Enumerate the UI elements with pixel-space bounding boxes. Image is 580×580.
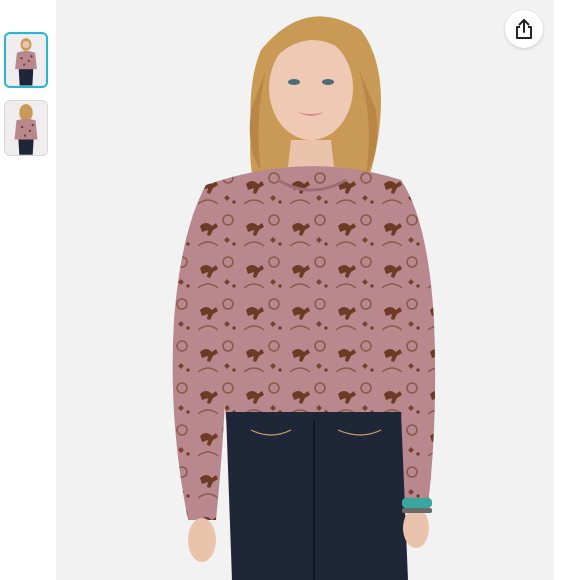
thumbnail-back-image [5, 101, 47, 155]
share-button[interactable] [505, 10, 543, 48]
main-product-image [56, 0, 554, 580]
thumbnail-front-image [6, 34, 46, 86]
right-margin [554, 0, 580, 580]
share-icon [516, 19, 532, 39]
thumbnail-back[interactable] [4, 100, 48, 156]
thumbnail-rail [0, 0, 56, 580]
model-illustration [56, 0, 554, 580]
thumbnail-front[interactable] [4, 32, 48, 88]
